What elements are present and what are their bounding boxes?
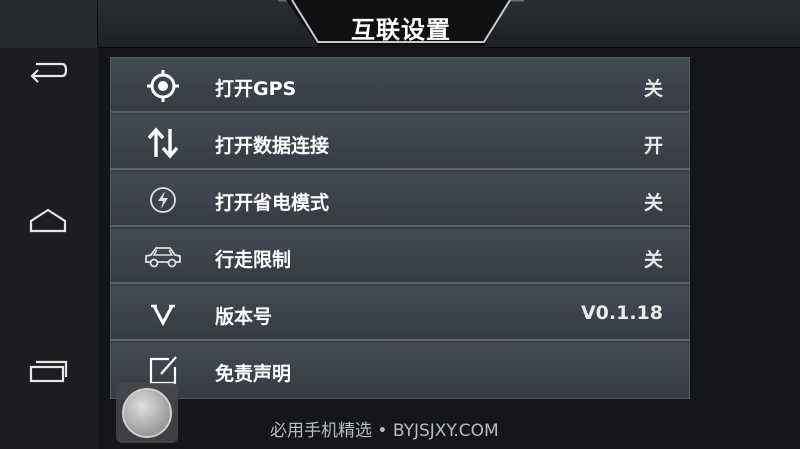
setting-label: 打开数据连接 (215, 135, 330, 157)
title-tab: 互联设置 (278, 0, 524, 52)
data-arrows-icon (139, 115, 187, 170)
assistive-touch-knob-icon (122, 388, 172, 438)
car-icon (139, 229, 187, 284)
setting-value: 关 (643, 192, 663, 214)
settings-list: 打开GPS 关 打开数据连接 开 打开省电模式 关 行走限制 关 版本号 V0.… (110, 57, 690, 399)
page-title: 互联设置 (351, 16, 451, 44)
setting-value: 关 (643, 249, 663, 271)
back-button[interactable] (14, 50, 82, 94)
setting-row-disclaimer[interactable]: 免责声明 (111, 343, 689, 398)
top-bar: 互联设置 (0, 0, 800, 48)
home-button[interactable] (14, 198, 82, 242)
setting-value: V0.1.18 (580, 302, 663, 324)
setting-row-gps[interactable]: 打开GPS 关 (111, 58, 689, 113)
setting-row-data-connection[interactable]: 打开数据连接 开 (111, 115, 689, 170)
setting-row-driving-limit[interactable]: 行走限制 关 (111, 229, 689, 284)
setting-label: 版本号 (215, 306, 273, 328)
setting-label: 行走限制 (215, 249, 292, 271)
recent-apps-button[interactable] (14, 348, 82, 392)
assistive-touch-button[interactable] (116, 383, 178, 443)
back-arrow-icon (30, 62, 68, 83)
power-save-bolt-icon (139, 172, 187, 227)
setting-row-power-save[interactable]: 打开省电模式 关 (111, 172, 689, 227)
version-v-icon (139, 286, 187, 341)
recent-apps-icon (29, 360, 68, 383)
setting-row-version[interactable]: 版本号 V0.1.18 (111, 286, 689, 341)
setting-value: 开 (643, 135, 663, 157)
setting-value: 关 (643, 78, 663, 100)
left-nav (0, 48, 98, 449)
setting-label: 打开GPS (215, 78, 297, 100)
home-icon (29, 208, 67, 233)
top-bar-left-segment (0, 0, 98, 48)
gps-target-icon (139, 58, 187, 113)
setting-label: 免责声明 (215, 363, 292, 385)
watermark: 必用手机精选 • BYJSJXY.COM (270, 421, 499, 441)
setting-label: 打开省电模式 (215, 192, 330, 214)
